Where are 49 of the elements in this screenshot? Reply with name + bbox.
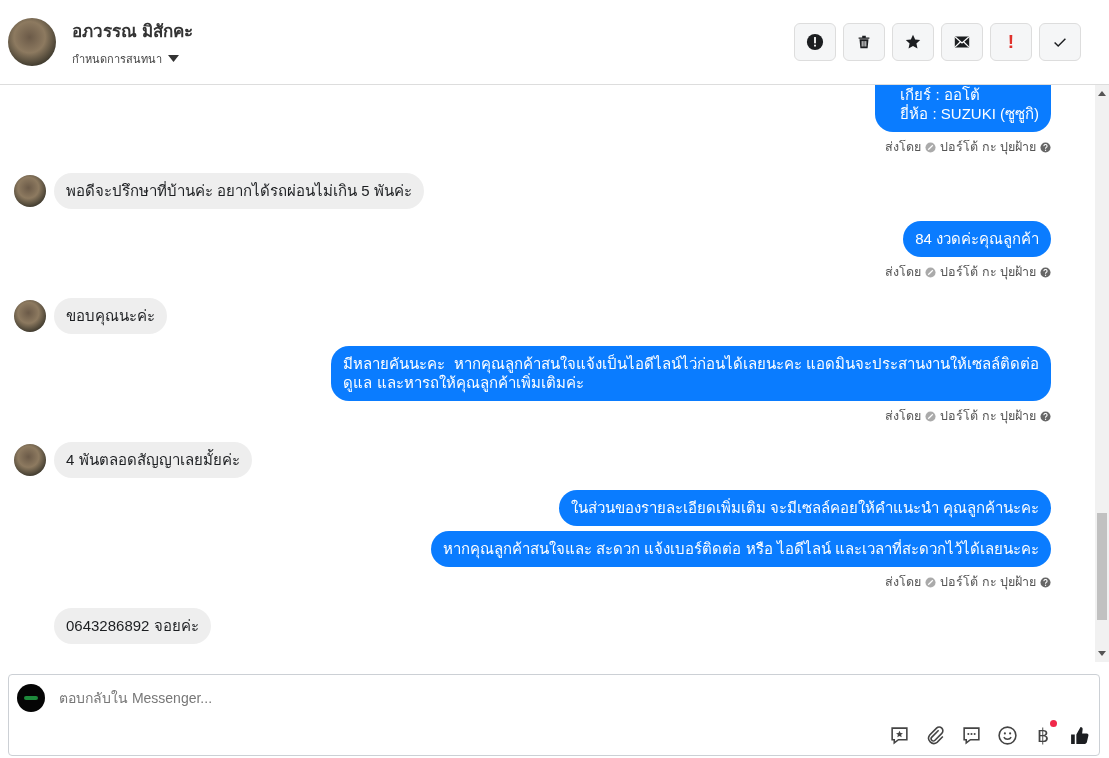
payment-button[interactable]: ฿: [1031, 723, 1055, 747]
sent-message-bubble: ในส่วนของรายละเอียดเพิ่มเติม จะมีเซลล์คอยให้คำแนะนำ คุณลูกค้านะคะ: [558, 490, 1051, 526]
check-button[interactable]: [1039, 23, 1081, 61]
help-icon[interactable]: [1040, 141, 1051, 153]
received-message-bubble: ขอบคุณนะค่ะ: [54, 298, 167, 334]
alert-icon: [806, 33, 824, 51]
star-speech-bubble-icon: [888, 724, 910, 746]
sent-message-bubble: มีหลายคันนะคะ หากคุณลูกค้าสนใจแจ้งเป็นไอดีไลน์ไว่ก่อนได้เลยนะคะ แอดมินจะประสานงานให้เซลล์ติดต่อ ดูแล และหารถให้คุณลูกค้าเพิ่มเติมค่ะ: [331, 346, 1051, 401]
trash-button[interactable]: [843, 23, 885, 61]
sender-name: ปอร์โต้ กะ ปุยฝ้าย: [940, 264, 1036, 282]
mail-button[interactable]: [941, 23, 983, 61]
received-message-bubble: 4 พันตลอดสัญญาเลยมั้ยค่ะ: [54, 442, 252, 478]
sent-message-bubble: เกียร์ : ออโต้ ยี่ห้อ : SUZUKI (ซูซูกิ): [875, 85, 1051, 132]
dropdown-caret-icon[interactable]: [168, 55, 179, 62]
sender-name: ปอร์โต้ กะ ปุยฝ้าย: [940, 408, 1036, 426]
sent-message-bubble: 84 งวดค่ะคุณลูกค้า: [903, 221, 1051, 257]
sent-by-label: ส่งโดย: [885, 139, 922, 156]
speech-bubble-icon: [960, 724, 982, 746]
verified-icon: [925, 266, 937, 278]
sent-by-label: ส่งโดย: [885, 408, 922, 425]
avatar: [8, 18, 56, 66]
flag-button[interactable]: !: [990, 23, 1032, 61]
received-message-bubble: 0643286892 จอยค่ะ: [54, 608, 211, 644]
conversation-settings-link[interactable]: กำหนดการสนทนา: [72, 49, 162, 68]
avatar: [14, 175, 46, 207]
sender-name: ปอร์โต้ กะ ปุยฝ้าย: [940, 139, 1036, 157]
emoji-button[interactable]: [995, 723, 1019, 747]
avatar: [14, 300, 46, 332]
help-icon[interactable]: [1040, 266, 1051, 278]
reply-box[interactable]: ตอบกลับใน Messenger... ฿: [8, 674, 1100, 756]
page-logo: [17, 684, 45, 712]
sent-by-label: ส่งโดย: [885, 264, 922, 281]
star-button[interactable]: [892, 23, 934, 61]
help-icon[interactable]: [1040, 410, 1051, 422]
avatar: [14, 444, 46, 476]
thumbs-up-icon: [1068, 724, 1090, 746]
sent-by-label: ส่งโดย: [885, 574, 922, 591]
help-icon[interactable]: [1040, 576, 1051, 588]
alert-button[interactable]: [794, 23, 836, 61]
scrollbar[interactable]: [1095, 85, 1109, 662]
sent-message-bubble: หากคุณลูกค้าสนใจและ สะดวก แจ้งเบอร์ติดต่อ หรือ ไอดีไลน์ และเวลาที่สะดวกไว้ได้เลยนะคะ: [431, 531, 1051, 567]
verified-icon: [925, 141, 937, 153]
contact-name: อภวรรณ มิสักคะ: [72, 20, 193, 43]
received-message-bubble: พอดีจะปรึกษาที่บ้านค่ะ อยากได้รถผ่อนไม่เกิน 5 พันค่ะ: [54, 173, 424, 209]
star-icon: [904, 33, 922, 51]
smiley-icon: [996, 724, 1018, 746]
verified-icon: [925, 410, 937, 422]
sender-name: ปอร์โต้ กะ ปุยฝ้าย: [940, 574, 1036, 592]
verified-icon: [925, 576, 937, 588]
